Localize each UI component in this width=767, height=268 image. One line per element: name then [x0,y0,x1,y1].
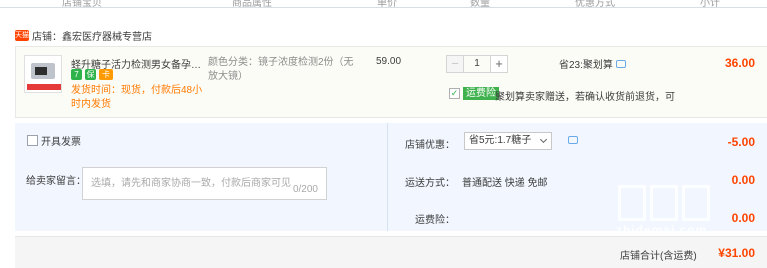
panel-divider [387,123,388,231]
shop-name-link[interactable]: 店铺：鑫宏医疗器械专营店 [32,28,152,43]
watermark-text: zhidemai.com [616,223,708,237]
invoice-option[interactable]: 开具发票 [27,133,81,148]
shop-tmall-icon: 天猫 [15,29,29,41]
seller-note-placeholder: 选填，请先和商家协商一致，付款后商家可见 [91,178,291,189]
insurance-text: 聚划算卖家赠送，若确认收货前退货，可获保险赔付 [495,92,675,103]
shop-discount-value: 省5元:1.7糖子 [469,135,532,146]
header-item: 店铺宝贝 [62,0,102,9]
header-subtotal: 小计 [700,0,720,9]
shop-discount-amount: -5.00 [727,135,755,149]
header-price: 单价 [377,0,397,9]
seller-note-counter: 0/200 [292,184,318,195]
note-label: 给卖家留言： [26,176,86,187]
watermark-glyph [650,185,678,221]
quantity-increase-button[interactable]: + [490,55,508,73]
shipping-method: 普通配送 快递 免邮 [462,178,548,189]
item-subtotal: 36.00 [724,56,755,70]
shop-total-bar: 店铺合计(含运费) ¥31.00 [15,236,767,268]
invoice-checkbox[interactable] [27,135,38,146]
quantity-decrease-button[interactable]: − [446,55,464,73]
guarantee-icon[interactable]: 保 [85,69,96,80]
header-attr: 商品属性 [232,0,272,9]
product-thumbnail[interactable] [24,55,62,93]
product-spec: 颜色分类：镜子浓度检测2份（无放大镜） [208,57,354,82]
thumbnail-red-strip [27,84,61,90]
insurance-tag: 运费险 [463,87,499,100]
header-promo: 优惠方式 [575,0,615,9]
shipping-amount: 0.00 [731,173,755,187]
item-promo-text: 省23:聚划算 [559,60,613,71]
shop-total-label: 店铺合计(含运费) [620,251,697,262]
shipping-label: 运送方式： [405,178,455,189]
dropdown-caret-icon [539,135,548,144]
credit-card-icon[interactable]: 卡 [99,69,113,80]
watermark-glyph [682,185,710,221]
shipping-time-note: 发货时间：现货，付款后48小时内发货 [71,85,203,110]
return-7day-icon[interactable]: 7 [71,69,82,80]
insurance-label: 运费险： [415,215,455,226]
chat-icon[interactable] [568,136,578,144]
cart-item-row: 蛏升糖子活力检测男女备孕排卵… 7 保 卡 发货时间：现货，付款后48小时内发货… [15,46,767,118]
quantity-stepper: − 1 + [446,55,508,73]
thumbnail-screen-shape [35,67,47,75]
header-qty: 数量 [470,0,490,9]
shop-row: 天猫 店铺：鑫宏医疗器械专营店 [15,28,152,43]
watermark: zhidemai.com [616,185,710,237]
watermark-glyph [618,185,646,221]
insurance-checkbox[interactable]: ✓ [449,88,460,99]
seller-note-input[interactable]: 选填，请先和商家协商一致，付款后商家可见 0/200 [82,167,327,200]
unit-price: 59.00 [376,56,402,67]
invoice-label: 开具发票 [41,137,81,148]
shop-discount-select[interactable]: 省5元:1.7糖子 [464,132,552,150]
item-promo: 省23:聚划算 [559,56,626,71]
shop-discount-label: 店铺优惠： [405,140,455,151]
table-header: 店铺宝贝 商品属性 单价 数量 优惠方式 小计 [0,0,767,9]
shop-total-value: ¥31.00 [718,246,755,260]
quantity-input[interactable]: 1 [464,55,490,73]
chat-icon[interactable] [615,59,626,68]
insurance-amount: 0.00 [731,211,755,225]
service-badges: 7 保 卡 [71,69,113,80]
